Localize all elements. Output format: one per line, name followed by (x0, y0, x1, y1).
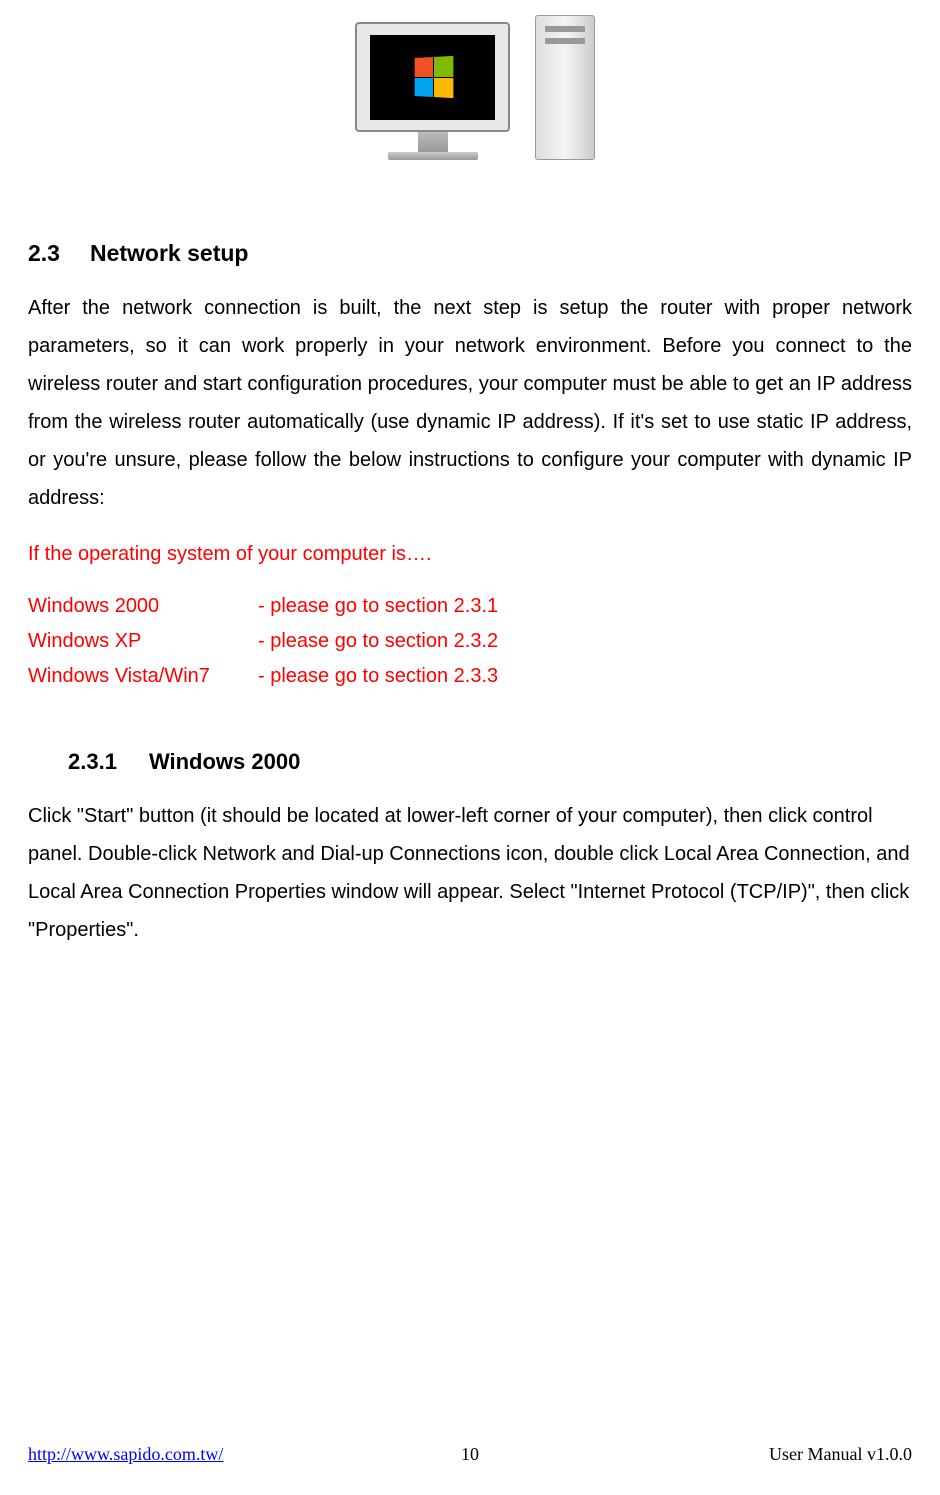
page-footer: http://www.sapido.com.tw/ 10 User Manual… (28, 1444, 912, 1465)
os-instruction: - please go to section 2.3.3 (258, 659, 498, 694)
os-instruction: - please go to section 2.3.2 (258, 624, 498, 659)
footer-url: http://www.sapido.com.tw/ (28, 1444, 223, 1465)
windows-logo-icon (414, 56, 453, 98)
section-title: Network setup (90, 240, 248, 266)
monitor-inner (370, 35, 495, 120)
os-row: Windows 2000 - please go to section 2.3.… (28, 589, 912, 624)
os-name: Windows XP (28, 624, 258, 659)
subsection-heading: 2.3.1 Windows 2000 (68, 749, 912, 775)
os-row: Windows Vista/Win7 - please go to sectio… (28, 659, 912, 694)
windows2000-paragraph: Click "Start" button (it should be locat… (28, 797, 912, 949)
os-prompt: If the operating system of your computer… (28, 537, 912, 571)
os-name: Windows 2000 (28, 589, 258, 624)
os-name: Windows Vista/Win7 (28, 659, 258, 694)
monitor-screen (355, 22, 510, 132)
monitor-base (388, 152, 478, 160)
subsection-number: 2.3.1 (68, 749, 117, 774)
section-number: 2.3 (28, 240, 60, 266)
os-row: Windows XP - please go to section 2.3.2 (28, 624, 912, 659)
footer-page-number: 10 (461, 1444, 479, 1465)
monitor (345, 22, 520, 160)
computer-tower (535, 15, 595, 160)
os-instruction: - please go to section 2.3.1 (258, 589, 498, 624)
computer-wrap (345, 10, 595, 160)
computer-illustration (28, 10, 912, 160)
subsection-title: Windows 2000 (149, 749, 300, 774)
monitor-stand (418, 132, 448, 152)
os-table: Windows 2000 - please go to section 2.3.… (28, 589, 912, 694)
footer-version: User Manual v1.0.0 (769, 1444, 912, 1465)
section-heading: 2.3 Network setup (28, 240, 912, 267)
intro-paragraph: After the network connection is built, t… (28, 289, 912, 517)
